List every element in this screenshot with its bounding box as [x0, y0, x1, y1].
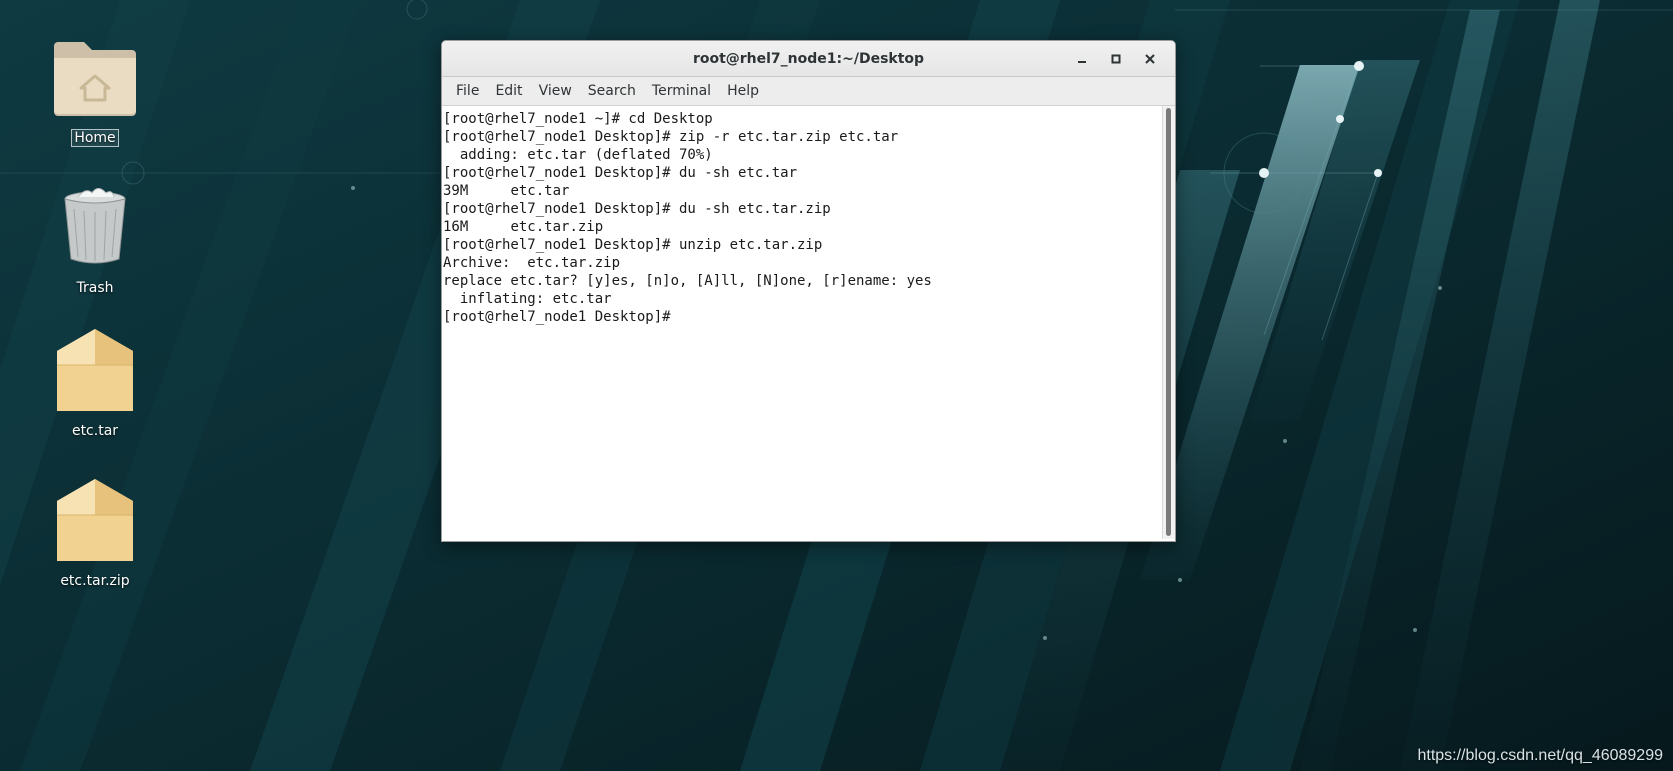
terminal-output: [root@rhel7_node1 ~]# cd Desktop [root@r… [443, 110, 1161, 326]
desktop-icon-etc-tar-zip[interactable]: etc.tar.zip [40, 475, 150, 589]
window-titlebar[interactable]: root@rhel7_node1:~/Desktop [442, 41, 1175, 77]
desktop-icon-label: Home [71, 129, 119, 147]
terminal-line: [root@rhel7_node1 ~]# cd Desktop [443, 111, 713, 127]
menu-help[interactable]: Help [719, 80, 767, 102]
terminal-line: inflating: etc.tar [443, 291, 612, 307]
terminal-line: [root@rhel7_node1 Desktop]# du -sh etc.t… [443, 165, 798, 181]
trash-icon [50, 182, 140, 272]
desktop-icon-label: etc.tar.zip [60, 573, 130, 589]
maximize-button[interactable] [1099, 44, 1133, 74]
home-folder-icon [50, 32, 140, 122]
menu-file[interactable]: File [448, 80, 487, 102]
desktop-icon-label: Trash [76, 280, 114, 296]
terminal-prompt-line[interactable]: [root@rhel7_node1 Desktop]# [443, 309, 679, 325]
terminal-output-area[interactable]: [root@rhel7_node1 ~]# cd Desktop [root@r… [442, 106, 1175, 539]
terminal-line: adding: etc.tar (deflated 70%) [443, 147, 713, 163]
archive-box-icon [50, 475, 140, 565]
terminal-menubar: File Edit View Search Terminal Help [442, 77, 1175, 106]
archive-box-icon [50, 325, 140, 415]
terminal-line: 16M etc.tar.zip [443, 219, 604, 235]
minimize-button[interactable] [1065, 44, 1099, 74]
watermark-url: https://blog.csdn.net/qq_46089299 [1417, 747, 1663, 764]
menu-search[interactable]: Search [580, 80, 644, 102]
window-controls [1065, 41, 1167, 76]
terminal-scrollbar[interactable] [1162, 106, 1175, 539]
terminal-line: [root@rhel7_node1 Desktop]# unzip etc.ta… [443, 237, 823, 253]
terminal-line: [root@rhel7_node1 Desktop]# du -sh etc.t… [443, 201, 831, 217]
terminal-line: [root@rhel7_node1 Desktop]# zip -r etc.t… [443, 129, 899, 145]
desktop-icon-etc-tar[interactable]: etc.tar [40, 325, 150, 439]
terminal-line: replace etc.tar? [y]es, [n]o, [A]ll, [N]… [443, 273, 932, 289]
close-icon [1145, 53, 1155, 64]
minimize-icon [1078, 60, 1086, 63]
scrollbar-thumb[interactable] [1166, 108, 1171, 536]
terminal-line: Archive: etc.tar.zip [443, 255, 621, 271]
maximize-icon [1111, 54, 1121, 63]
desktop-icon-label: etc.tar [71, 423, 119, 439]
menu-view[interactable]: View [531, 80, 580, 102]
terminal-window[interactable]: root@rhel7_node1:~/Desktop File Edit Vie… [441, 40, 1176, 542]
desktop-icon-home[interactable]: Home [40, 32, 150, 147]
menu-terminal[interactable]: Terminal [644, 80, 719, 102]
desktop-icon-trash[interactable]: Trash [40, 182, 150, 296]
close-button[interactable] [1133, 44, 1167, 74]
menu-edit[interactable]: Edit [487, 80, 530, 102]
window-title: root@rhel7_node1:~/Desktop [692, 50, 925, 67]
terminal-line: 39M etc.tar [443, 183, 570, 199]
